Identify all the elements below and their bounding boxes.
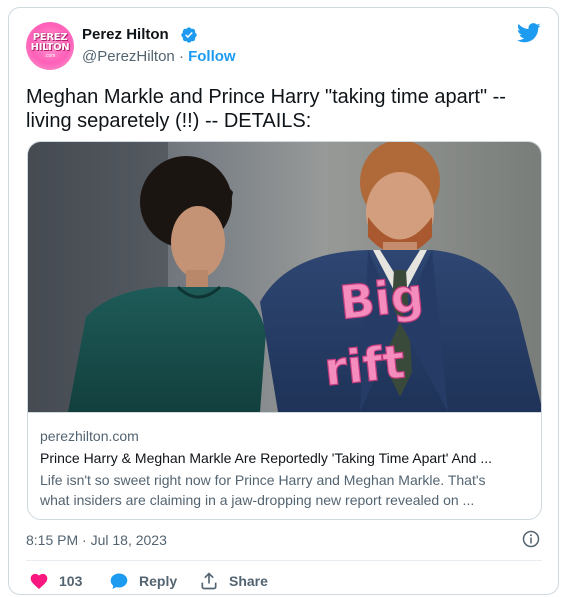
avatar-logo-line-2: HILTON	[30, 42, 70, 53]
avatar[interactable]: PEREZ HILTON .com	[26, 22, 74, 70]
avatar-logo-line-3: .com	[44, 53, 56, 59]
link-description-line-2: what insiders are claiming in a jaw-drop…	[40, 492, 475, 508]
reply-bubble-icon	[110, 573, 128, 589]
link-preview-image[interactable]: Big rift	[28, 142, 542, 412]
author-handle[interactable]: @PerezHilton	[82, 48, 175, 65]
reply-button[interactable]: Reply	[109, 571, 177, 591]
tweet-text-line-1: Meghan Markle and Prince Harry "taking t…	[26, 86, 506, 108]
link-description: Life isn't so sweet right now for Prince…	[40, 470, 531, 510]
share-upload-icon	[201, 572, 217, 590]
like-button[interactable]: 103	[29, 571, 82, 591]
image-overlay-text-rift: rift	[322, 334, 408, 396]
link-description-line-1: Life isn't so sweet right now for Prince…	[40, 472, 486, 488]
heart-icon	[30, 573, 48, 589]
follow-button[interactable]: Follow	[188, 48, 236, 65]
share-label: Share	[229, 573, 268, 589]
link-preview-meta: perezhilton.com Prince Harry & Meghan Ma…	[28, 412, 541, 519]
verified-badge-icon	[181, 27, 197, 43]
handle-separator: ·	[178, 48, 184, 65]
tweet-card[interactable]: PEREZ HILTON .com Perez Hilton @PerezHil…	[8, 7, 559, 595]
tweet-text-line-2: living separetely (!!) -- DETAILS:	[26, 110, 312, 132]
author-handle-row: @PerezHilton · Follow	[82, 48, 236, 65]
tweet-text: Meghan Markle and Prince Harry "taking t…	[26, 85, 546, 133]
link-domain: perezhilton.com	[40, 428, 139, 444]
like-count: 103	[59, 573, 83, 589]
twitter-bird-icon[interactable]	[517, 23, 541, 43]
info-icon[interactable]	[522, 530, 540, 548]
action-divider	[26, 560, 542, 561]
link-preview-card[interactable]: Big rift perezhilton.com Prince Harry & …	[27, 141, 542, 520]
author-display-name[interactable]: Perez Hilton	[82, 26, 169, 43]
tweet-timestamp[interactable]: 8:15 PM · Jul 18, 2023	[26, 532, 167, 548]
image-overlay-text-big: Big	[337, 267, 426, 329]
share-button[interactable]: Share	[199, 571, 268, 591]
link-title[interactable]: Prince Harry & Meghan Markle Are Reporte…	[40, 449, 531, 467]
reply-label: Reply	[139, 573, 178, 589]
